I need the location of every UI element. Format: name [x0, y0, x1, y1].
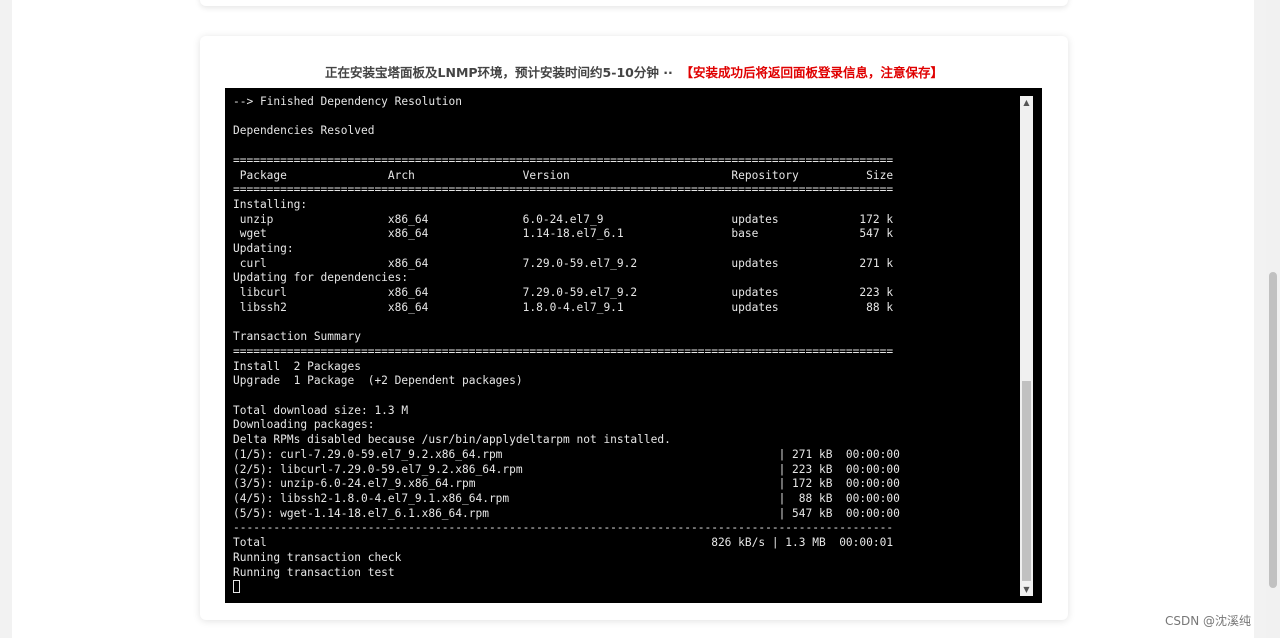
terminal-line: Total 826 kB/s | 1.3 MB 00:00:01	[233, 536, 894, 550]
terminal-line: (1/5): curl-7.29.0-59.el7_9.2.x86_64.rpm…	[233, 447, 900, 461]
terminal-line: --> Finished Dependency Resolution	[233, 95, 463, 108]
terminal-line: Upgrade 1 Package (+2 Dependent packages…	[233, 374, 523, 388]
terminal-line: Transaction Summary	[233, 330, 361, 344]
install-notice: 正在安装宝塔面板及LNMP环境，预计安装时间约5-10分钟 ·· 【安装成功后将返…	[200, 62, 1068, 81]
terminal-line: Updating for dependencies:	[233, 271, 409, 285]
terminal-line: ========================================…	[233, 153, 894, 167]
terminal-cursor	[233, 580, 240, 594]
terminal-line: (3/5): unzip-6.0-24.el7_9.x86_64.rpm | 1…	[233, 477, 900, 491]
terminal-line: Running transaction check	[233, 550, 402, 564]
terminal-line: Total download size: 1.3 M	[233, 403, 409, 417]
terminal-line: Updating:	[233, 242, 294, 256]
csdn-watermark: CSDN @沈溪纯	[1165, 614, 1252, 628]
terminal-line: Downloading packages:	[233, 418, 375, 432]
terminal-line: Installing:	[233, 197, 308, 211]
terminal-line: libcurl x86_64 7.29.0-59.el7_9.2 updates…	[233, 286, 894, 300]
scroll-down-arrow-icon[interactable]: ▼	[1020, 583, 1033, 596]
terminal-line: wget x86_64 1.14-18.el7_6.1 base 547 k	[233, 227, 894, 241]
terminal-text: --> Finished Dependency Resolution Depen…	[233, 95, 900, 596]
terminal-scrollbar[interactable]: ▲ ▼	[1020, 96, 1033, 596]
terminal-line: ----------------------------------------…	[233, 521, 894, 535]
installing-message: 正在安装宝塔面板及LNMP环境，预计安装时间约5-10分钟 ··	[325, 65, 673, 80]
scroll-up-arrow-icon[interactable]: ▲	[1020, 96, 1033, 109]
terminal-line: unzip x86_64 6.0-24.el7_9 updates 172 k	[233, 212, 894, 226]
terminal-line: (2/5): libcurl-7.29.0-59.el7_9.2.x86_64.…	[233, 462, 900, 476]
save-login-warning: 【安装成功后将返回面板登录信息，注意保存】	[686, 65, 943, 80]
page-scrollbar[interactable]	[1266, 0, 1280, 638]
terminal-line: ========================================…	[233, 183, 894, 197]
terminal-line: ========================================…	[233, 344, 894, 358]
terminal-scrollbar-thumb[interactable]	[1022, 381, 1031, 581]
terminal-output[interactable]: --> Finished Dependency Resolution Depen…	[225, 88, 1042, 603]
terminal-line: Package Arch Version Repository Size	[233, 168, 894, 182]
terminal-line: Dependencies Resolved	[233, 124, 375, 138]
previous-card-edge	[200, 0, 1068, 6]
install-progress-card: 正在安装宝塔面板及LNMP环境，预计安装时间约5-10分钟 ·· 【安装成功后将返…	[200, 36, 1068, 620]
terminal-line: Running transaction test	[233, 565, 395, 579]
terminal-line: curl x86_64 7.29.0-59.el7_9.2 updates 27…	[233, 256, 894, 270]
terminal-line: Install 2 Packages	[233, 359, 361, 373]
page-scrollbar-thumb[interactable]	[1269, 272, 1277, 588]
terminal-line: (5/5): wget-1.14-18.el7_6.1.x86_64.rpm |…	[233, 506, 900, 520]
terminal-line: (4/5): libssh2-1.8.0-4.el7_9.1.x86_64.rp…	[233, 491, 900, 505]
terminal-line: libssh2 x86_64 1.8.0-4.el7_9.1 updates 8…	[233, 300, 894, 314]
terminal-line: Delta RPMs disabled because /usr/bin/app…	[233, 433, 671, 447]
